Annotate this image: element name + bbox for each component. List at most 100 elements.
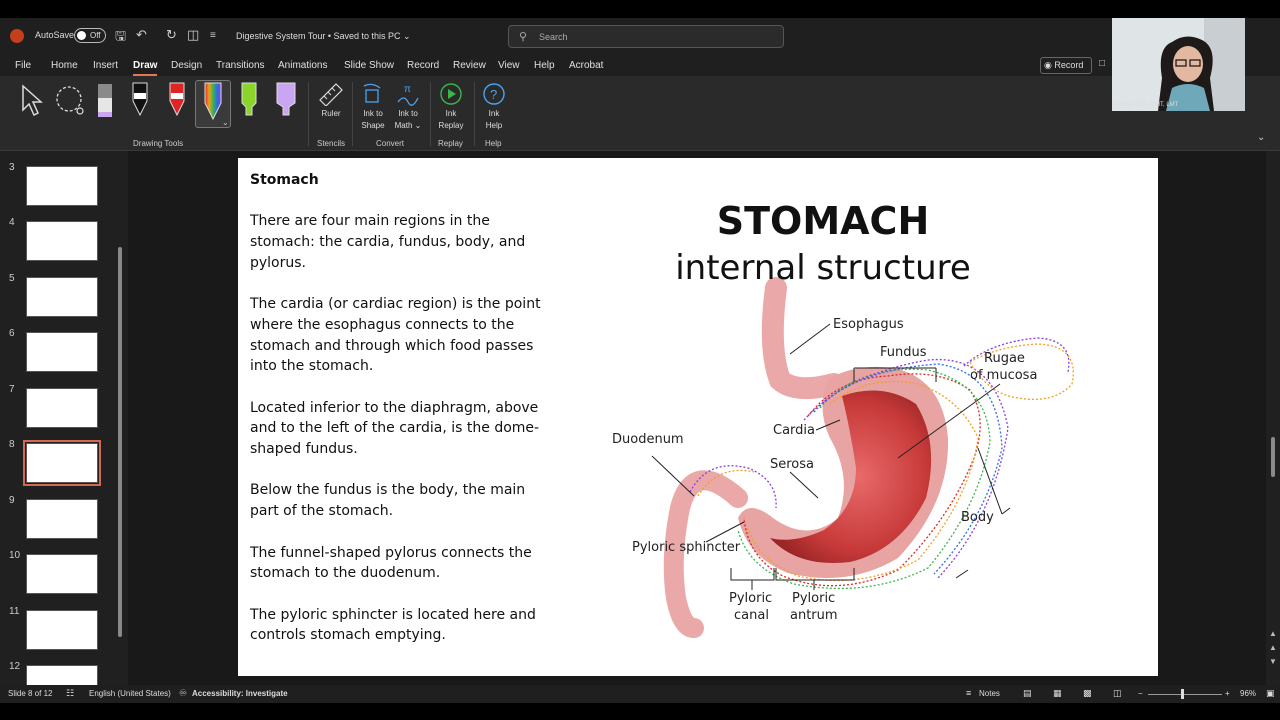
slide-thumbnail-6[interactable] — [26, 332, 98, 372]
thumb-number: 4 — [9, 217, 15, 228]
label-esophagus: Esophagus — [833, 317, 904, 332]
label-pyloric-sphincter: Pyloric sphincter — [632, 540, 741, 555]
presenter-video — [1112, 18, 1245, 111]
tab-transitions[interactable]: Transitions — [216, 60, 265, 71]
tab-draw[interactable]: Draw — [133, 60, 158, 76]
divider — [308, 82, 309, 146]
black-pen-icon[interactable] — [131, 81, 149, 119]
tab-view[interactable]: View — [498, 60, 520, 71]
stomach-diagram[interactable]: STOMACH internal structure Esophagus Fun… — [598, 158, 1158, 676]
diagram-subtitle: internal structure — [675, 248, 971, 288]
spellcheck-icon[interactable]: ☷ — [66, 688, 74, 699]
ruler-label[interactable]: Ruler — [318, 108, 344, 120]
slide-thumbnail-7[interactable] — [26, 388, 98, 428]
accessibility-status[interactable]: Accessibility: Investigate — [192, 689, 288, 698]
ink-to-math-label[interactable]: Ink to Math ⌄ — [390, 108, 426, 132]
scrollbar-thumb[interactable] — [118, 247, 122, 637]
notes-button[interactable]: Notes — [979, 689, 1000, 698]
svg-text:π: π — [404, 84, 411, 95]
next-slide-icon[interactable]: ▼ — [1269, 657, 1277, 666]
ink-to-math-icon[interactable]: π — [396, 82, 420, 106]
scroll-up-icon[interactable]: ▲ — [1269, 629, 1277, 638]
slide-thumbnail-5[interactable] — [26, 277, 98, 317]
thumbnail-scrollbar[interactable] — [116, 155, 124, 681]
fit-to-window-icon[interactable]: ▣ — [1266, 688, 1275, 699]
label-pyloric-canal: Pyloric — [729, 591, 772, 606]
group-replay: Replay — [438, 139, 463, 148]
slide-scrollbar[interactable]: ▲ ▲ ▼ — [1266, 151, 1280, 685]
zoom-out-icon[interactable]: − — [1138, 689, 1143, 698]
thumb-number: 8 — [9, 439, 15, 450]
slide-thumbnail-8[interactable] — [23, 440, 101, 486]
tab-file[interactable]: File — [15, 60, 31, 71]
ink-help-icon[interactable]: ? — [482, 82, 506, 106]
label-pyloric-antrum: Pyloric — [792, 591, 835, 606]
share-icon[interactable]: □ — [1099, 58, 1105, 69]
save-icon[interactable]: 🖫 — [115, 27, 126, 49]
slide-thumbnail-4[interactable] — [26, 221, 98, 261]
slide-thumbnail-9[interactable] — [26, 499, 98, 539]
slide-canvas[interactable]: Stomach There are four main regions in t… — [238, 158, 1158, 676]
autosave-toggle[interactable]: Off — [74, 28, 106, 43]
collapse-ribbon-icon[interactable]: ⌄ — [1257, 132, 1265, 143]
red-pen-icon[interactable] — [168, 81, 186, 119]
tab-record[interactable]: Record — [407, 60, 439, 71]
purple-highlighter-icon[interactable] — [275, 81, 297, 119]
rainbow-pen-selected[interactable]: ⌄ — [195, 80, 231, 128]
ink-replay-icon[interactable] — [439, 82, 463, 106]
slide-text-box[interactable]: Stomach There are four main regions in t… — [250, 170, 550, 667]
lasso-select-icon[interactable] — [53, 84, 87, 118]
slide-counter: Slide 8 of 12 — [8, 689, 53, 698]
document-title[interactable]: Digestive System Tour • Saved to this PC… — [236, 31, 411, 42]
ruler-icon[interactable] — [318, 82, 344, 106]
present-icon[interactable]: ◫ — [187, 27, 199, 43]
tab-animations[interactable]: Animations — [278, 60, 327, 71]
normal-view-icon[interactable]: ▤ — [1023, 688, 1032, 699]
ink-to-shape-label[interactable]: Ink to Shape — [355, 108, 391, 132]
undo-icon[interactable]: ↶ — [136, 27, 147, 43]
tab-help[interactable]: Help — [534, 60, 555, 71]
label-pyloric-canal-2: canal — [734, 608, 769, 623]
label-rugae: Rugae — [984, 351, 1025, 366]
redo-icon[interactable]: ↻ — [166, 27, 177, 43]
record-button[interactable]: ◉ Record — [1040, 57, 1092, 74]
tab-acrobat[interactable]: Acrobat — [569, 60, 603, 71]
eraser-pen-icon[interactable] — [96, 82, 114, 118]
toggle-knob — [77, 31, 86, 40]
slide-thumbnail-11[interactable] — [26, 610, 98, 650]
paragraph: Located inferior to the diaphragm, above… — [250, 399, 540, 458]
slide-heading: Stomach — [250, 172, 319, 188]
customize-toolbar-icon[interactable]: ≡ — [210, 30, 216, 41]
ink-to-shape-icon[interactable] — [362, 82, 386, 106]
thumb-number: 3 — [9, 162, 15, 173]
slide-thumbnail-10[interactable] — [26, 554, 98, 594]
scrollbar-thumb[interactable] — [1271, 437, 1275, 477]
label-duodenum: Duodenum — [612, 432, 684, 447]
zoom-slider[interactable] — [1148, 694, 1222, 695]
divider — [474, 82, 475, 146]
slide-thumbnail-3[interactable] — [26, 166, 98, 206]
tab-review[interactable]: Review — [453, 60, 486, 71]
previous-slide-icon[interactable]: ▲ — [1269, 643, 1277, 652]
slide-sorter-icon[interactable]: ▦ — [1053, 688, 1062, 699]
tab-design[interactable]: Design — [171, 60, 202, 71]
esophagus-shape — [761, 277, 845, 400]
tab-slide-show[interactable]: Slide Show — [344, 60, 394, 71]
search-box[interactable]: ⚲ Search — [508, 25, 784, 48]
ink-help-label[interactable]: Ink Help — [476, 108, 512, 132]
ink-replay-label[interactable]: Ink Replay — [433, 108, 469, 132]
select-arrow-icon[interactable] — [20, 84, 44, 118]
tab-insert[interactable]: Insert — [93, 60, 118, 71]
rainbow-pen-icon: ⌄ — [204, 82, 229, 127]
accessibility-icon: ♾ — [179, 688, 188, 698]
reading-view-icon[interactable]: ▩ — [1083, 688, 1092, 699]
slide-thumbnail-pane: 3 4 5 6 7 8 9 10 11 12 — [0, 151, 128, 705]
language-label[interactable]: English (United States) — [89, 689, 171, 698]
group-help: Help — [485, 139, 502, 148]
zoom-level[interactable]: 96% — [1240, 689, 1256, 698]
green-highlighter-icon[interactable] — [240, 81, 258, 119]
zoom-in-icon[interactable]: + — [1225, 689, 1230, 698]
tab-home[interactable]: Home — [51, 60, 78, 71]
slideshow-view-icon[interactable]: ◫ — [1113, 688, 1122, 699]
zoom-slider-knob[interactable] — [1181, 689, 1184, 699]
